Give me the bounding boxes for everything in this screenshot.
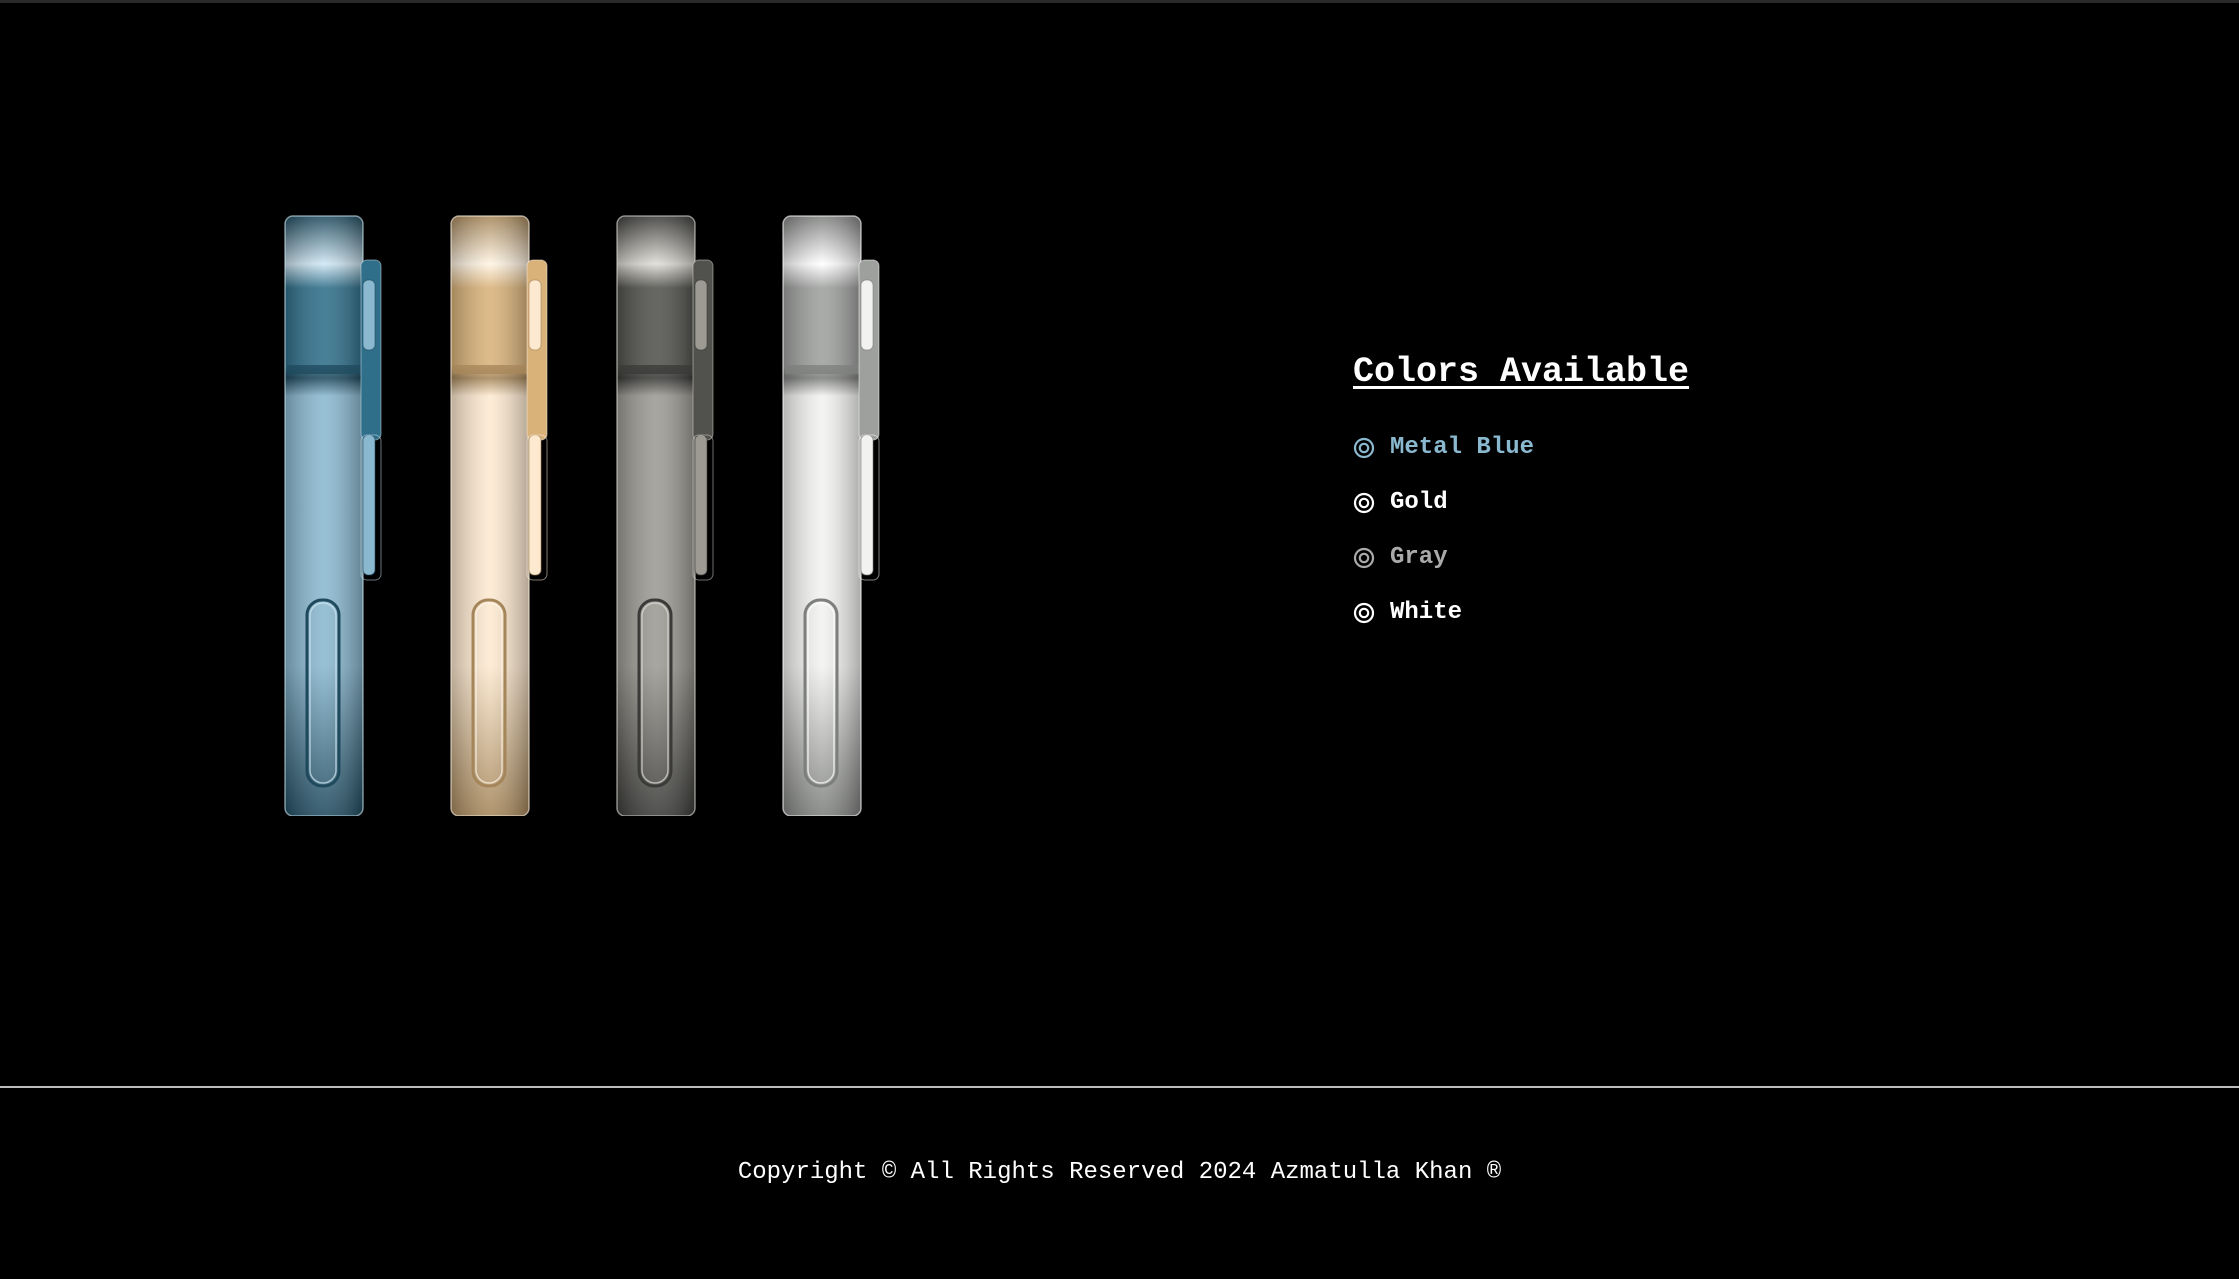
phone-white-image: [780, 210, 890, 816]
color-list: Metal Blue Gold Gray White: [1353, 420, 1953, 640]
color-item-gray: Gray: [1353, 530, 1953, 585]
color-label: Metal Blue: [1390, 434, 1535, 461]
color-item-white: White: [1353, 585, 1953, 640]
phone-gray-image: [614, 210, 724, 816]
color-label: Gold: [1390, 489, 1448, 516]
color-item-gold: Gold: [1353, 475, 1953, 530]
color-label: White: [1390, 599, 1463, 626]
color-item-metal-blue: Metal Blue: [1353, 420, 1953, 475]
colors-available-section: Colors Available Metal Blue Gold Gray Wh…: [1353, 350, 1953, 640]
radio-circle-icon: [1353, 602, 1375, 623]
radio-circle-icon: [1353, 547, 1375, 568]
colors-title: Colors Available: [1353, 352, 1690, 392]
phone-colors-image: [270, 210, 910, 820]
color-label: Gray: [1390, 544, 1448, 571]
footer-copyright: Copyright © All Rights Reserved 2024 Azm…: [737, 1159, 1502, 1186]
top-border: [0, 0, 2239, 3]
phone-metal-blue-image: [282, 210, 392, 816]
radio-circle-icon: [1353, 492, 1375, 513]
phone-gold-image: [448, 210, 558, 816]
radio-circle-icon: [1353, 437, 1375, 458]
footer-divider: [0, 1086, 2239, 1088]
